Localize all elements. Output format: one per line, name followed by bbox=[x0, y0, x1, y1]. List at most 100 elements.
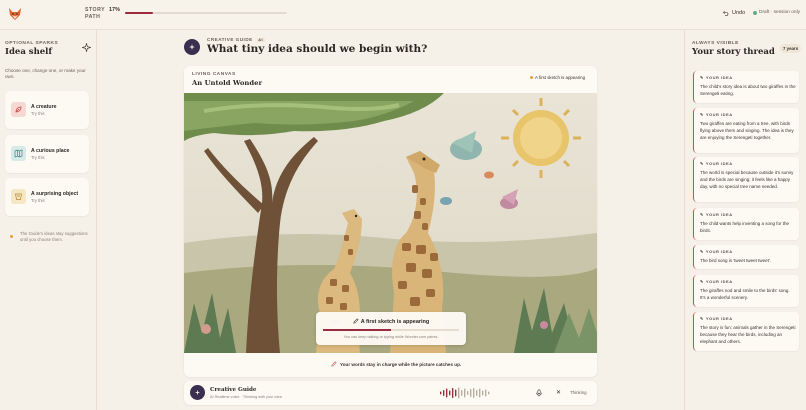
canvas-footer: Your words stay in charge while the pict… bbox=[331, 361, 461, 367]
idea-entry[interactable]: ✎ YOUR IDEA The story is fun: animals gat… bbox=[693, 312, 799, 351]
idea-card-sub: Try this bbox=[31, 155, 45, 160]
idea-card-place[interactable]: A curious place Try this bbox=[5, 135, 89, 173]
story-path-label: STORY PATH bbox=[85, 7, 106, 20]
waveform-bar bbox=[473, 388, 475, 398]
waveform-bar bbox=[482, 390, 484, 396]
waveform-bar bbox=[479, 388, 481, 398]
waveform-bar bbox=[488, 391, 490, 395]
pencil-icon: ✎ bbox=[700, 112, 704, 117]
thinking-status: Thinking bbox=[570, 390, 587, 395]
idea-shelf-hint: Choose one, change one, or make your own… bbox=[5, 68, 86, 79]
waveform-bar bbox=[461, 390, 463, 396]
idea-entry[interactable]: ✎ YOUR IDEA The child wants help inventin… bbox=[693, 208, 799, 240]
idea-entry[interactable]: ✎ YOUR IDEA Two giraffes are eating from … bbox=[693, 108, 799, 153]
story-thread-panel: ALWAYS VISIBLE Your story thread 7 years… bbox=[684, 30, 806, 410]
idea-card-label: A creature bbox=[31, 104, 57, 110]
story-progress-fill bbox=[125, 12, 153, 14]
story-thread-eyebrow: ALWAYS VISIBLE bbox=[692, 41, 739, 46]
guide-bar-avatar bbox=[190, 385, 205, 400]
idea-card-creature[interactable]: A creature Try this bbox=[5, 91, 89, 129]
pencil-icon: ✎ bbox=[700, 161, 704, 166]
idea-card-label: A surprising object bbox=[31, 191, 79, 197]
idea-entry[interactable]: ✎ YOUR IDEA The child's story idea is abo… bbox=[693, 71, 799, 103]
waveform-bar bbox=[485, 389, 487, 397]
waveform-bar bbox=[440, 391, 442, 395]
waveform-bar bbox=[449, 390, 451, 396]
idea-entry-header: ✎ YOUR IDEA bbox=[700, 249, 733, 254]
idea-entry-text: The world is special because outside it'… bbox=[700, 170, 794, 189]
idea-shelf-title: Idea shelf bbox=[5, 47, 53, 57]
ai-badge: AI bbox=[256, 37, 265, 42]
undo-button[interactable]: Undo bbox=[723, 10, 745, 16]
sketch-status-dot bbox=[530, 76, 533, 79]
top-bar: STORY PATH 17% Undo Draft · session only bbox=[0, 0, 806, 30]
idea-entry-text: The child wants help inventing a song fo… bbox=[700, 221, 790, 233]
idea-entry-header: ✎ YOUR IDEA bbox=[700, 279, 733, 284]
sparkle-icon bbox=[194, 389, 201, 396]
idea-entry-header: ✎ YOUR IDEA bbox=[700, 212, 733, 217]
idea-card-label: A curious place bbox=[31, 148, 70, 154]
waveform-icon bbox=[440, 387, 490, 399]
story-thread-title: Your story thread bbox=[692, 47, 775, 57]
overlay-progress-bar bbox=[323, 329, 459, 331]
waveform-bar bbox=[467, 391, 469, 395]
undo-icon bbox=[723, 10, 729, 16]
creature-icon bbox=[11, 102, 26, 117]
pencil-icon: ✎ bbox=[700, 279, 704, 284]
pencil-icon: ✎ bbox=[700, 316, 704, 321]
story-progress-bar bbox=[125, 12, 287, 14]
fox-logo-icon[interactable] bbox=[8, 7, 22, 21]
draft-status: Draft · session only bbox=[753, 10, 800, 15]
footnote-dot bbox=[10, 235, 13, 238]
draft-label: Draft · session only bbox=[759, 10, 801, 15]
pencil-icon bbox=[331, 361, 337, 367]
idea-entry-text: The child's story idea is about two gira… bbox=[700, 84, 796, 96]
pencil-icon: ✎ bbox=[700, 212, 704, 217]
pencil-icon bbox=[353, 318, 359, 324]
guide-avatar bbox=[184, 39, 200, 55]
idea-entry[interactable]: ✎ YOUR IDEA The world is special because … bbox=[693, 157, 799, 202]
mic-icon[interactable] bbox=[535, 389, 543, 397]
object-icon bbox=[11, 189, 26, 204]
idea-entry-text: The giraffes nod and smile to the birds'… bbox=[700, 288, 790, 300]
canvas-footer-text: Your words stay in charge while the pict… bbox=[340, 361, 462, 367]
pencil-icon: ✎ bbox=[700, 249, 704, 254]
waveform-bar bbox=[455, 389, 457, 397]
overlay-title-label: A first sketch is appearing bbox=[360, 319, 430, 325]
idea-card-sub: Try this bbox=[31, 198, 45, 203]
overlay-subtitle: You can keep talking or typing while Won… bbox=[343, 335, 439, 339]
idea-entry-header: ✎ YOUR IDEA bbox=[700, 75, 733, 80]
waveform-bar bbox=[470, 389, 472, 397]
idea-entry[interactable]: ✎ YOUR IDEA The bird song is 'tweet tweet… bbox=[693, 245, 799, 269]
map-icon bbox=[11, 146, 26, 161]
close-icon[interactable]: ✕ bbox=[556, 389, 561, 397]
idea-entry-text: The bird song is 'tweet tweet tweet'. bbox=[700, 258, 772, 263]
undo-label: Undo bbox=[732, 10, 746, 16]
guide-eyebrow-label: CREATIVE GUIDE bbox=[207, 37, 253, 42]
idea-card-sub: Try this bbox=[31, 111, 45, 116]
sparkle-icon[interactable] bbox=[82, 43, 91, 52]
idea-shelf-footnote: The Guide's ideas stay suggestions until… bbox=[20, 231, 88, 242]
guide-question: What tiny idea should we begin with? bbox=[207, 43, 428, 55]
pencil-icon: ✎ bbox=[700, 75, 704, 80]
guide-bar-name: Creative Guide bbox=[210, 387, 257, 393]
sketch-progress-overlay: A first sketch is appearing You can keep… bbox=[316, 312, 466, 345]
idea-card-object[interactable]: A surprising object Try this bbox=[5, 178, 89, 216]
guide-bar-subtitle: AI Realtime voice · Thinking with your i… bbox=[210, 395, 282, 399]
idea-entry-header: ✎ YOUR IDEA bbox=[700, 112, 733, 117]
overlay-progress-fill bbox=[323, 329, 391, 331]
sun bbox=[501, 98, 581, 178]
waveform-bar bbox=[452, 388, 454, 398]
idea-entry[interactable]: ✎ YOUR IDEA The giraffes nod and smile to… bbox=[693, 275, 799, 307]
draft-status-dot bbox=[753, 10, 757, 15]
waveform-bar bbox=[446, 388, 448, 398]
guide-voice-bar: Creative Guide AI Realtime voice · Think… bbox=[184, 381, 597, 405]
age-badge: 7 years bbox=[780, 44, 802, 53]
waveform-bar bbox=[464, 388, 466, 398]
overlay-title: A first sketch is appearing bbox=[316, 318, 466, 325]
idea-shelf-panel: OPTIONAL SPARKS Idea shelf Choose one, c… bbox=[0, 30, 97, 410]
waveform-bar bbox=[476, 390, 478, 396]
idea-entry-header: ✎ YOUR IDEA bbox=[700, 316, 733, 321]
sparkle-icon bbox=[189, 44, 195, 50]
idea-entry-header: ✎ YOUR IDEA bbox=[700, 161, 733, 166]
